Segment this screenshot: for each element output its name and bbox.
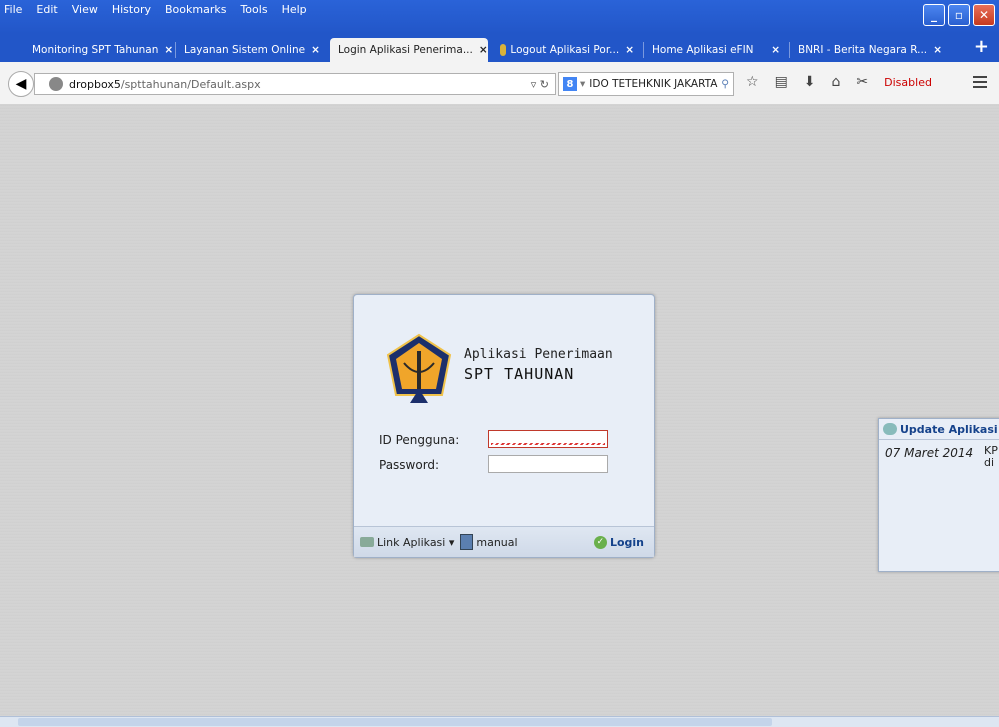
menu-tools[interactable]: Tools: [240, 3, 267, 19]
url-bar[interactable]: dropbox5 /spttahunan/Default.aspx ▿ ↻: [34, 73, 556, 95]
login-button[interactable]: ✓ Login: [593, 535, 644, 549]
tab-close-icon[interactable]: ×: [158, 44, 173, 56]
update-icon: [883, 423, 897, 435]
reload-icon[interactable]: ▿ ↻: [531, 78, 549, 91]
page-content: Aplikasi Penerimaan SPT TAHUNAN ID Pengg…: [0, 104, 999, 716]
menu-edit[interactable]: Edit: [36, 3, 57, 19]
password-input[interactable]: [488, 455, 608, 473]
user-id-label: ID Pengguna:: [379, 433, 460, 447]
tab-monitoring-spt[interactable]: Monitoring SPT Tahunan ×: [24, 38, 174, 62]
menu-help[interactable]: Help: [282, 3, 307, 19]
link-aplikasi-label: Link Aplikasi ▾: [377, 535, 455, 549]
tab-label: Login Aplikasi Penerima...: [338, 44, 473, 56]
tab-bnri[interactable]: BNRI - Berita Negara R... ×: [790, 38, 950, 62]
download-icon[interactable]: ⬇: [804, 74, 816, 90]
home-icon[interactable]: ⌂: [832, 74, 841, 90]
bookmark-star-icon[interactable]: ☆: [746, 74, 759, 90]
tab-layanan-sistem[interactable]: Layanan Sistem Online ×: [176, 38, 326, 62]
back-arrow-icon: ◀: [15, 76, 27, 92]
navigation-toolbar: ◀ dropbox5 /spttahunan/Default.aspx ▿ ↻ …: [0, 62, 999, 105]
link-aplikasi-button[interactable]: Link Aplikasi ▾: [360, 536, 454, 549]
menu-view[interactable]: View: [72, 3, 98, 19]
tab-close-icon[interactable]: ×: [473, 44, 488, 56]
horizontal-scrollbar[interactable]: [0, 716, 999, 727]
update-panel-header: Update Aplikasi: [879, 419, 999, 440]
disabled-label[interactable]: Disabled: [884, 76, 932, 89]
tab-label: Home Aplikasi eFIN: [652, 44, 754, 56]
search-engine-icon[interactable]: 8: [563, 77, 577, 91]
manual-label: manual: [476, 535, 518, 549]
dropdown-arrow-icon[interactable]: ▾: [580, 78, 585, 90]
tab-login-aplikasi[interactable]: Login Aplikasi Penerima... ×: [330, 38, 488, 62]
tab-close-icon[interactable]: ×: [619, 44, 634, 56]
login-panel: Aplikasi Penerimaan SPT TAHUNAN ID Pengg…: [353, 294, 655, 558]
search-box[interactable]: 8 ▾ IDO TETEHKNIK JAKARTA ⚲: [558, 72, 734, 96]
menu-history[interactable]: History: [112, 3, 151, 19]
user-id-input[interactable]: [488, 430, 608, 448]
tab-close-icon[interactable]: ×: [765, 44, 780, 56]
tab-label: BNRI - Berita Negara R...: [798, 44, 928, 56]
tab-close-icon[interactable]: ×: [305, 44, 320, 56]
url-host: dropbox5: [69, 77, 121, 91]
close-window-button[interactable]: ✕: [973, 4, 995, 26]
login-footer: Link Aplikasi ▾ manual ✓ Login: [354, 526, 654, 557]
search-value: IDO TETEHKNIK JAKARTA: [589, 78, 718, 90]
scrollbar-thumb[interactable]: [18, 718, 772, 726]
tab-strip: Monitoring SPT Tahunan × Layanan Sistem …: [0, 34, 999, 62]
manual-book-icon: [460, 534, 474, 550]
menu-hamburger-icon[interactable]: [973, 76, 987, 91]
login-label: Login: [609, 535, 644, 549]
url-path: /spttahunan/Default.aspx: [120, 77, 261, 91]
new-tab-button[interactable]: +: [974, 36, 989, 57]
app-title-line2: SPT TAHUNAN: [464, 365, 575, 383]
maximize-button[interactable]: ▫: [948, 4, 970, 26]
tab-home-efin[interactable]: Home Aplikasi eFIN ×: [644, 38, 788, 62]
tab-label: Monitoring SPT Tahunan: [32, 44, 159, 56]
menu-bookmarks[interactable]: Bookmarks: [165, 3, 226, 19]
tab-label: Logout Aplikasi Por...: [510, 44, 620, 56]
password-label: Password:: [379, 458, 440, 472]
kemenkeu-logo-icon: [386, 333, 452, 403]
update-date: 07 Maret 2014: [885, 446, 974, 460]
link-icon: [360, 537, 374, 547]
tab-label: Layanan Sistem Online: [184, 44, 306, 56]
manual-button[interactable]: manual: [460, 534, 518, 550]
update-aplikasi-panel: Update Aplikasi 07 Maret 2014 KP di: [878, 418, 999, 572]
update-text-truncated: KP di: [984, 445, 998, 469]
window-controls: _ ▫ ✕: [923, 4, 995, 26]
reading-list-icon[interactable]: ▤: [775, 74, 788, 90]
noscript-icon[interactable]: ✂: [856, 74, 868, 90]
menu-bar: File Edit View History Bookmarks Tools H…: [4, 3, 307, 19]
tab-close-icon[interactable]: ×: [927, 44, 942, 56]
window-titlebar: File Edit View History Bookmarks Tools H…: [0, 0, 999, 34]
globe-icon: [49, 77, 63, 91]
back-button[interactable]: ◀: [8, 71, 34, 97]
minimize-button[interactable]: _: [923, 4, 945, 26]
search-icon[interactable]: ⚲: [721, 78, 729, 90]
checkmark-icon: ✓: [593, 535, 607, 549]
menu-file[interactable]: File: [4, 3, 22, 19]
favicon-icon: [500, 44, 507, 56]
tab-logout-aplikasi[interactable]: Logout Aplikasi Por... ×: [492, 38, 642, 62]
toolbar-icons: ☆ ▤ ⬇ ⌂ ✂ Disabled: [746, 74, 932, 90]
app-title-line1: Aplikasi Penerimaan: [464, 347, 613, 362]
update-panel-title: Update Aplikasi: [900, 422, 998, 436]
update-text-line: di: [984, 456, 995, 469]
